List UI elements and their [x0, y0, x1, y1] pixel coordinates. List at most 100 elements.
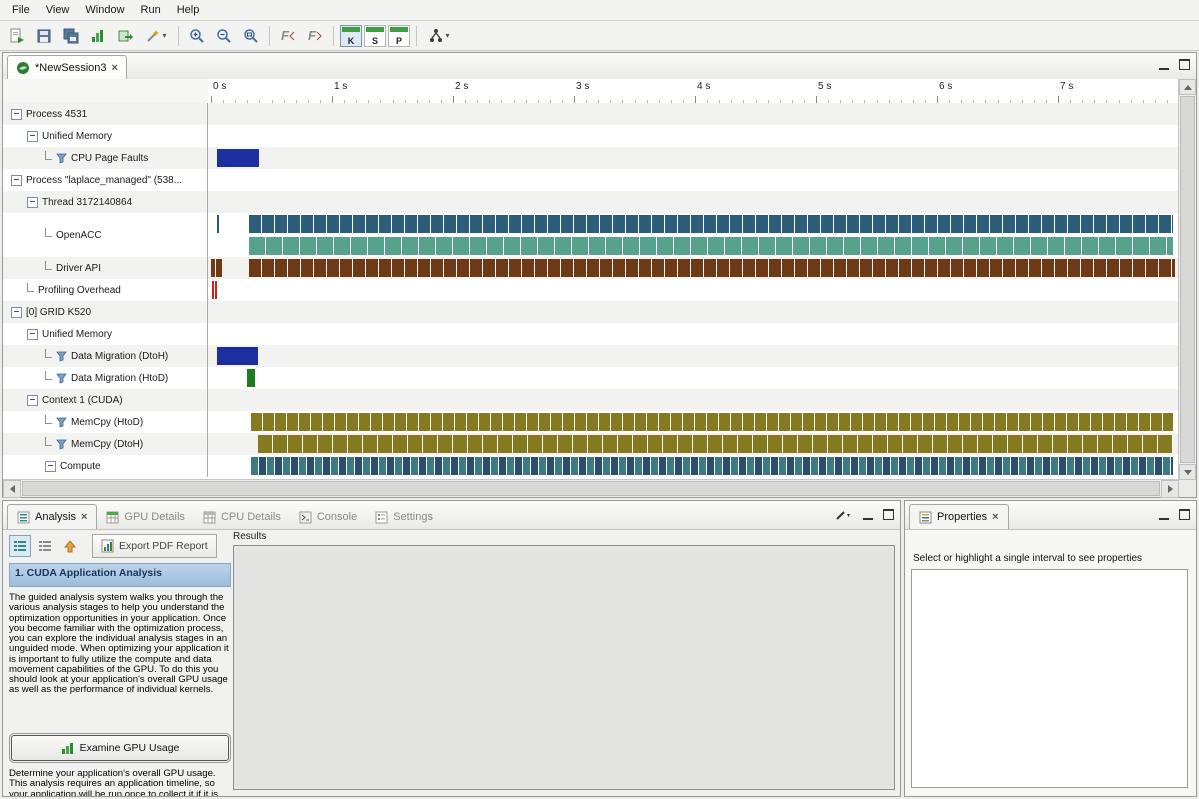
row-track[interactable]: [208, 455, 1179, 477]
horizontal-scrollbar[interactable]: [3, 479, 1179, 497]
interval-bar[interactable]: [217, 149, 259, 167]
row-label-cell[interactable]: Process 4531: [3, 103, 208, 125]
close-icon[interactable]: ×: [81, 511, 87, 523]
interval-bar[interactable]: [249, 259, 1176, 277]
row-track[interactable]: [208, 103, 1179, 125]
zoom-in-button[interactable]: [184, 23, 210, 49]
row-track[interactable]: [208, 279, 1179, 301]
vertical-scroll-thumb[interactable]: [1180, 96, 1195, 463]
row-track[interactable]: [208, 169, 1179, 191]
row-label-cell[interactable]: Data Migration (DtoH): [3, 345, 208, 367]
scroll-down-button[interactable]: [1179, 464, 1196, 480]
vertical-scrollbar[interactable]: [1178, 79, 1196, 480]
interval-bar[interactable]: [249, 237, 1173, 255]
expander-minus-icon[interactable]: [11, 109, 22, 120]
menu-run[interactable]: Run: [133, 2, 169, 18]
export-button[interactable]: [112, 23, 138, 49]
tab-settings[interactable]: Settings: [366, 505, 442, 529]
row-label-cell[interactable]: Thread 3172140864: [3, 191, 208, 213]
expander-minus-icon[interactable]: [45, 461, 56, 472]
filter-icon[interactable]: [56, 351, 67, 362]
row-label-cell[interactable]: Driver API: [3, 257, 208, 279]
tab-console[interactable]: Console: [290, 505, 366, 529]
row-track[interactable]: [208, 257, 1179, 279]
save-all-button[interactable]: [58, 23, 84, 49]
filter-icon[interactable]: [56, 153, 67, 164]
row-track[interactable]: [208, 433, 1179, 455]
minimize-icon[interactable]: [863, 509, 873, 520]
interval-bar[interactable]: [258, 435, 1173, 453]
view-menu-icon[interactable]: [835, 509, 853, 521]
interval-bar[interactable]: [217, 215, 219, 233]
minimize-icon[interactable]: [1159, 509, 1169, 520]
expander-minus-icon[interactable]: [27, 131, 38, 142]
segment-toggle-s[interactable]: S: [364, 25, 386, 47]
new-session-button[interactable]: [4, 23, 30, 49]
row-track[interactable]: [208, 213, 1179, 257]
menu-file[interactable]: File: [4, 2, 38, 18]
tab-properties[interactable]: Properties ×: [909, 504, 1009, 529]
row-label-cell[interactable]: Profiling Overhead: [3, 279, 208, 301]
expander-minus-icon[interactable]: [27, 329, 38, 340]
row-label-cell[interactable]: MemCpy (DtoH): [3, 433, 208, 455]
prev-marker-button[interactable]: F: [275, 23, 301, 49]
maximize-icon[interactable]: [1179, 59, 1190, 70]
interval-bar[interactable]: [216, 259, 221, 277]
row-track[interactable]: [208, 125, 1179, 147]
interval-bar[interactable]: [215, 281, 217, 299]
close-icon[interactable]: ×: [112, 62, 118, 74]
expander-minus-icon[interactable]: [11, 175, 22, 186]
row-label-cell[interactable]: OpenACC: [3, 213, 208, 257]
maximize-icon[interactable]: [883, 509, 894, 520]
row-label-cell[interactable]: Unified Memory: [3, 125, 208, 147]
row-label-cell[interactable]: Unified Memory: [3, 323, 208, 345]
row-track[interactable]: [208, 147, 1179, 169]
row-label-cell[interactable]: Process "laplace_managed" (538...: [3, 169, 208, 191]
horizontal-scroll-thumb[interactable]: [22, 481, 1160, 496]
run-analysis-button[interactable]: ▾: [422, 23, 456, 49]
settings-menu-button[interactable]: ▾: [139, 23, 173, 49]
interval-bar[interactable]: [251, 413, 1173, 431]
zoom-out-button[interactable]: [211, 23, 237, 49]
tab-gpu-details[interactable]: GPU Details: [97, 505, 194, 529]
menu-view[interactable]: View: [38, 2, 78, 18]
row-label-cell[interactable]: CPU Page Faults: [3, 147, 208, 169]
interval-bar[interactable]: [249, 215, 1173, 233]
menu-window[interactable]: Window: [77, 2, 132, 18]
row-track[interactable]: [208, 345, 1179, 367]
interval-bar[interactable]: [211, 259, 215, 277]
expander-minus-icon[interactable]: [27, 395, 38, 406]
expander-minus-icon[interactable]: [27, 197, 38, 208]
menu-help[interactable]: Help: [169, 2, 208, 18]
examine-gpu-usage-button[interactable]: Examine GPU Usage: [11, 735, 229, 761]
row-track[interactable]: [208, 323, 1179, 345]
row-track[interactable]: [208, 301, 1179, 323]
interval-bar[interactable]: [251, 457, 1173, 475]
minimize-icon[interactable]: [1159, 59, 1169, 70]
scroll-left-button[interactable]: [3, 480, 21, 498]
expander-minus-icon[interactable]: [11, 307, 22, 318]
unguided-analysis-button[interactable]: [34, 535, 56, 557]
export-pdf-button[interactable]: Export PDF Report: [92, 534, 217, 558]
row-track[interactable]: [208, 389, 1179, 411]
filter-icon[interactable]: [56, 373, 67, 384]
tab-cpu-details[interactable]: CPU Details: [194, 505, 290, 529]
segment-toggle-p[interactable]: P: [388, 25, 410, 47]
row-label-cell[interactable]: Context 1 (CUDA): [3, 389, 208, 411]
filter-icon[interactable]: [56, 417, 67, 428]
interval-bar[interactable]: [247, 369, 254, 387]
close-icon[interactable]: ×: [992, 511, 998, 523]
row-label-cell[interactable]: MemCpy (HtoD): [3, 411, 208, 433]
interval-bar[interactable]: [212, 281, 214, 299]
row-track[interactable]: [208, 367, 1179, 389]
row-label-cell[interactable]: Compute: [3, 455, 208, 477]
segment-toggle-k[interactable]: K: [340, 25, 362, 47]
next-marker-button[interactable]: F: [302, 23, 328, 49]
timeline-ruler[interactable]: 0 s1 s2 s3 s4 s5 s6 s7 s8: [208, 79, 1179, 104]
scroll-right-button[interactable]: [1161, 480, 1179, 498]
show-chart-button[interactable]: [85, 23, 111, 49]
save-button[interactable]: [31, 23, 57, 49]
scroll-up-button[interactable]: [1179, 79, 1196, 95]
tab-analysis[interactable]: Analysis×: [7, 504, 97, 529]
row-track[interactable]: [208, 411, 1179, 433]
